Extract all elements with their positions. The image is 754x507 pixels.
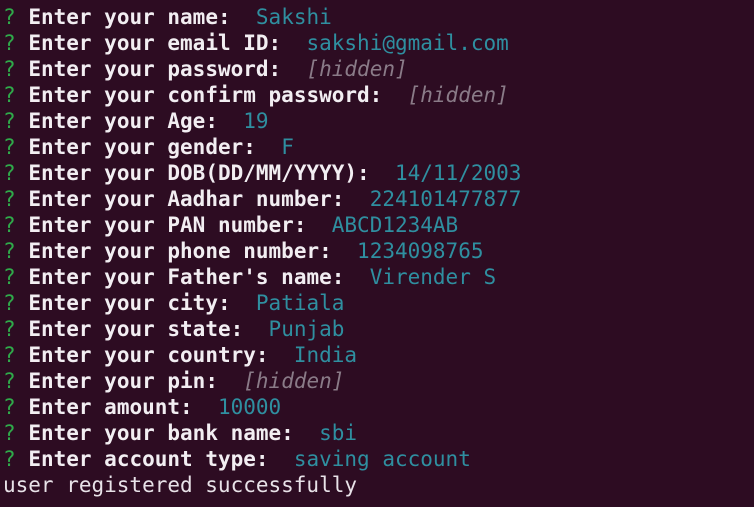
prompt-line: ? Enter your DOB(DD/MM/YYYY): 14/11/2003 [3, 160, 754, 186]
prompt-line: ? Enter your email ID: sakshi@gmail.com [3, 30, 754, 56]
question-mark-icon: ? [3, 83, 16, 107]
prompt-line: ? Enter your bank name: sbi [3, 420, 754, 446]
question-mark-icon: ? [3, 187, 16, 211]
prompt-value: 224101477877 [369, 187, 522, 211]
prompt-value: Virender S [369, 265, 497, 289]
prompt-label: Enter your email ID: [28, 31, 282, 55]
prompt-label: Enter amount: [28, 395, 193, 419]
prompt-value: 10000 [217, 395, 282, 419]
question-mark-icon: ? [3, 57, 16, 81]
prompt-label: Enter your PAN number: [28, 213, 307, 237]
prompt-value: sbi [319, 421, 358, 445]
prompt-line: ? Enter your name: Sakshi [3, 4, 754, 30]
prompt-value: 19 [243, 109, 269, 133]
prompt-line-list: ? Enter your name: Sakshi? Enter your em… [3, 4, 754, 472]
prompt-value: saving account [293, 447, 471, 471]
prompt-line: ? Enter your city: Patiala [3, 290, 754, 316]
prompt-line: ? Enter your country: India [3, 342, 754, 368]
question-mark-icon: ? [3, 447, 16, 471]
prompt-line: ? Enter amount: 10000 [3, 394, 754, 420]
prompt-line: ? Enter your Father's name: Virender S [3, 264, 754, 290]
prompt-label: Enter your country: [28, 343, 269, 367]
prompt-label: Enter your name: [28, 5, 231, 29]
prompt-line: ? Enter your password: [hidden] [3, 56, 754, 82]
question-mark-icon: ? [3, 239, 16, 263]
prompt-label: Enter account type: [28, 447, 269, 471]
question-mark-icon: ? [3, 265, 16, 289]
prompt-label: Enter your confirm password: [28, 83, 383, 107]
terminal-window: ? Enter your name: Sakshi? Enter your em… [0, 0, 754, 507]
prompt-line: ? Enter your state: Punjab [3, 316, 754, 342]
question-mark-icon: ? [3, 31, 16, 55]
prompt-label: Enter your phone number: [28, 239, 332, 263]
prompt-value: F [281, 135, 294, 159]
status-message: user registered successfully [3, 473, 358, 497]
question-mark-icon: ? [3, 135, 16, 159]
prompt-label: Enter your Father's name: [28, 265, 345, 289]
question-mark-icon: ? [3, 109, 16, 133]
question-mark-icon: ? [3, 421, 16, 445]
prompt-line: ? Enter your pin: [hidden] [3, 368, 754, 394]
prompt-value: 1234098765 [357, 239, 484, 263]
prompt-label: Enter your state: [28, 317, 244, 341]
question-mark-icon: ? [3, 369, 16, 393]
question-mark-icon: ? [3, 291, 16, 315]
prompt-line: ? Enter your confirm password: [hidden] [3, 82, 754, 108]
prompt-value-hidden: [hidden] [243, 369, 345, 393]
prompt-value-hidden: [hidden] [306, 57, 408, 81]
prompt-value: Sakshi [255, 5, 332, 29]
prompt-label: Enter your Aadhar number: [28, 187, 345, 211]
prompt-value: 14/11/2003 [394, 161, 522, 185]
question-mark-icon: ? [3, 213, 16, 237]
question-mark-icon: ? [3, 395, 16, 419]
prompt-label: Enter your city: [28, 291, 231, 315]
prompt-value: Punjab [268, 317, 345, 341]
prompt-line: ? Enter your Aadhar number: 224101477877 [3, 186, 754, 212]
prompt-value-hidden: [hidden] [407, 83, 509, 107]
prompt-value: sakshi@gmail.com [306, 31, 509, 55]
prompt-line: ? Enter your Age: 19 [3, 108, 754, 134]
prompt-label: Enter your DOB(DD/MM/YYYY): [28, 161, 370, 185]
prompt-label: Enter your password: [28, 57, 282, 81]
prompt-line: ? Enter your gender: F [3, 134, 754, 160]
prompt-label: Enter your pin: [28, 369, 218, 393]
question-mark-icon: ? [3, 5, 16, 29]
question-mark-icon: ? [3, 343, 16, 367]
prompt-label: Enter your Age: [28, 109, 218, 133]
question-mark-icon: ? [3, 161, 16, 185]
prompt-line: ? Enter your PAN number: ABCD1234AB [3, 212, 754, 238]
prompt-value: Patiala [255, 291, 345, 315]
prompt-label: Enter your gender: [28, 135, 256, 159]
prompt-value: India [293, 343, 358, 367]
question-mark-icon: ? [3, 317, 16, 341]
prompt-line: ? Enter account type: saving account [3, 446, 754, 472]
prompt-label: Enter your bank name: [28, 421, 294, 445]
prompt-line: ? Enter your phone number: 1234098765 [3, 238, 754, 264]
prompt-value: ABCD1234AB [331, 213, 459, 237]
